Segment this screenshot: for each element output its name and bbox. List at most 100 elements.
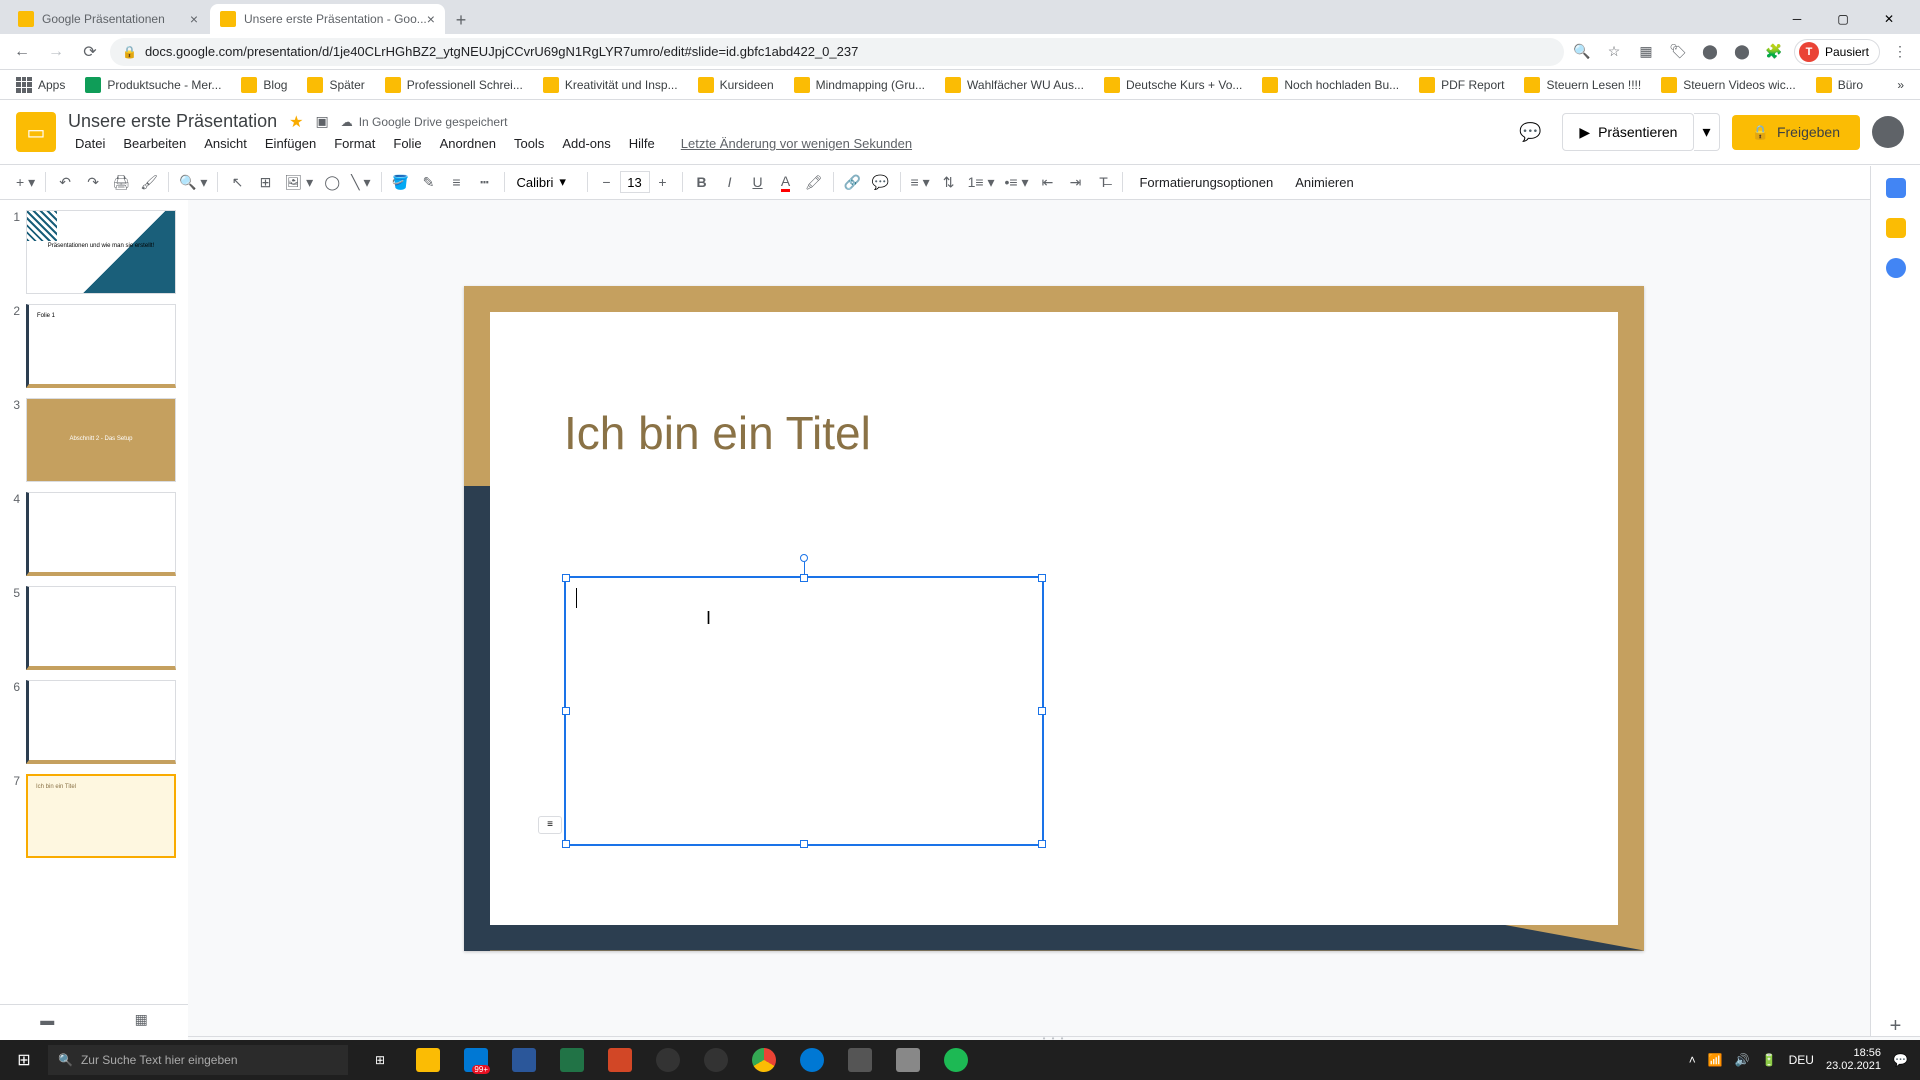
keep-icon[interactable] xyxy=(1886,218,1906,238)
font-size-decrease[interactable]: − xyxy=(594,169,620,195)
slides-logo[interactable]: ▭ xyxy=(16,112,56,152)
menu-tools[interactable]: Tools xyxy=(507,134,551,153)
start-button[interactable]: ⊞ xyxy=(0,1040,48,1080)
selected-text-box[interactable]: I ≡ xyxy=(564,576,1044,846)
menu-insert[interactable]: Einfügen xyxy=(258,134,323,153)
clock[interactable]: 18:56 23.02.2021 xyxy=(1826,1047,1881,1073)
bookmark-item[interactable]: Kursideen xyxy=(690,73,782,97)
fill-color-button[interactable]: 🪣 xyxy=(388,169,414,195)
resize-handle-sw[interactable] xyxy=(562,840,570,848)
zoom-icon[interactable]: 🔍 xyxy=(1570,40,1594,64)
font-size-input[interactable] xyxy=(620,171,650,193)
resize-handle-e[interactable] xyxy=(1038,707,1046,715)
redo-button[interactable]: ↷ xyxy=(80,169,106,195)
slide-thumbnail-2[interactable]: Folie 1 xyxy=(26,304,176,388)
menu-file[interactable]: Datei xyxy=(68,134,112,153)
menu-help[interactable]: Hilfe xyxy=(622,134,662,153)
slide-thumbnail-7[interactable]: Ich bin ein Titel xyxy=(26,774,176,858)
tasks-icon[interactable] xyxy=(1886,258,1906,278)
paint-format-button[interactable]: 🖌 xyxy=(136,169,162,195)
border-weight-button[interactable]: ≡ xyxy=(444,169,470,195)
slide-thumbnail-5[interactable] xyxy=(26,586,176,670)
bold-button[interactable]: B xyxy=(689,169,715,195)
menu-slide[interactable]: Folie xyxy=(386,134,428,153)
line-spacing-button[interactable]: ⇅ xyxy=(936,169,962,195)
resize-handle-n[interactable] xyxy=(800,574,808,582)
italic-button[interactable]: I xyxy=(717,169,743,195)
browser-tab-1[interactable]: Google Präsentationen × xyxy=(8,4,208,34)
apps-button[interactable]: Apps xyxy=(8,73,73,97)
extension-icon[interactable]: ⬤ xyxy=(1730,40,1754,64)
extensions-menu-icon[interactable]: 🧩 xyxy=(1762,40,1786,64)
browser-tab-2[interactable]: Unsere erste Präsentation - Goo... × xyxy=(210,4,445,34)
extension-icon[interactable]: 🏷 xyxy=(1666,40,1690,64)
align-button[interactable]: ≡ ▾ xyxy=(907,169,934,195)
bookmark-item[interactable]: PDF Report xyxy=(1411,73,1512,97)
bookmark-item[interactable]: Kreativität und Insp... xyxy=(535,73,686,97)
indent-decrease-button[interactable]: ⇤ xyxy=(1034,169,1060,195)
taskbar-app[interactable] xyxy=(692,1040,740,1080)
extension-icon[interactable]: ⬤ xyxy=(1698,40,1722,64)
taskbar-app[interactable] xyxy=(836,1040,884,1080)
slide-panel[interactable]: 1 Präsentationen und wie man sie erstell… xyxy=(0,200,188,1080)
document-title[interactable]: Unsere erste Präsentation xyxy=(68,111,277,132)
rotate-handle[interactable] xyxy=(800,554,808,562)
bulleted-list-button[interactable]: •≡ ▾ xyxy=(1000,169,1032,195)
bookmark-item[interactable]: Deutsche Kurs + Vo... xyxy=(1096,73,1250,97)
systray-expand[interactable]: ˄ xyxy=(1689,1053,1696,1067)
print-button[interactable]: 🖨 xyxy=(108,169,134,195)
resize-handle-nw[interactable] xyxy=(562,574,570,582)
resize-handle-se[interactable] xyxy=(1038,840,1046,848)
highlight-button[interactable]: 🖍 xyxy=(801,169,827,195)
menu-format[interactable]: Format xyxy=(327,134,382,153)
close-button[interactable]: ✕ xyxy=(1866,4,1912,34)
taskbar-app[interactable]: 99+ xyxy=(452,1040,500,1080)
bookmark-star-icon[interactable]: ☆ xyxy=(1602,40,1626,64)
autofit-button[interactable]: ≡ xyxy=(538,816,562,834)
taskbar-app[interactable] xyxy=(404,1040,452,1080)
select-tool[interactable]: ↖ xyxy=(224,169,250,195)
wifi-icon[interactable]: 📶 xyxy=(1708,1053,1723,1067)
taskbar-app[interactable] xyxy=(548,1040,596,1080)
bookmark-item[interactable]: Blog xyxy=(233,73,295,97)
bookmark-item[interactable]: Produktsuche - Mer... xyxy=(77,73,229,97)
menu-edit[interactable]: Bearbeiten xyxy=(116,134,193,153)
extension-icon[interactable]: ▦ xyxy=(1634,40,1658,64)
animate-button[interactable]: Animieren xyxy=(1285,175,1364,190)
menu-addons[interactable]: Add-ons xyxy=(555,134,617,153)
shape-tool[interactable]: ◯ xyxy=(319,169,345,195)
slide-thumbnail-3[interactable]: Abschnitt 2 - Das Setup xyxy=(26,398,176,482)
taskbar-search[interactable]: 🔍 Zur Suche Text hier eingeben xyxy=(48,1045,348,1075)
taskbar-app[interactable] xyxy=(500,1040,548,1080)
filmstrip-view-button[interactable]: ▬ xyxy=(40,1012,54,1028)
move-icon[interactable]: ▣ xyxy=(315,113,328,130)
taskbar-app[interactable] xyxy=(788,1040,836,1080)
font-family-select[interactable]: Calibri ▾ xyxy=(511,174,581,190)
clear-formatting-button[interactable]: T̶ xyxy=(1090,169,1116,195)
bookmark-item[interactable]: Später xyxy=(299,73,372,97)
taskbar-app[interactable] xyxy=(596,1040,644,1080)
format-options-button[interactable]: Formatierungsoptionen xyxy=(1129,175,1283,190)
minimize-button[interactable]: ─ xyxy=(1774,4,1820,34)
slide-thumbnail-6[interactable] xyxy=(26,680,176,764)
new-tab-button[interactable]: + xyxy=(447,6,475,34)
text-color-button[interactable]: A xyxy=(773,169,799,195)
grid-view-button[interactable]: ▦ xyxy=(135,1011,148,1028)
profile-button[interactable]: T Pausiert xyxy=(1794,39,1880,65)
user-avatar[interactable] xyxy=(1872,116,1904,148)
taskbar-app[interactable] xyxy=(884,1040,932,1080)
address-bar[interactable]: 🔒 docs.google.com/presentation/d/1je40CL… xyxy=(110,38,1564,66)
calendar-icon[interactable] xyxy=(1886,178,1906,198)
zoom-button[interactable]: 🔍 ▾ xyxy=(175,169,211,195)
language-indicator[interactable]: DEU xyxy=(1789,1053,1814,1067)
slide-thumbnail-4[interactable] xyxy=(26,492,176,576)
resize-handle-w[interactable] xyxy=(562,707,570,715)
bookmark-item[interactable]: Noch hochladen Bu... xyxy=(1254,73,1407,97)
share-button[interactable]: 🔒 Freigeben xyxy=(1732,115,1860,150)
slide-title-text[interactable]: Ich bin ein Titel xyxy=(564,406,871,460)
bookmark-item[interactable]: Büro xyxy=(1808,73,1871,97)
add-addon-button[interactable]: + xyxy=(1886,1016,1906,1036)
bookmark-item[interactable]: Wahlfächer WU Aus... xyxy=(937,73,1092,97)
menu-arrange[interactable]: Anordnen xyxy=(433,134,503,153)
close-icon[interactable]: × xyxy=(427,11,435,27)
